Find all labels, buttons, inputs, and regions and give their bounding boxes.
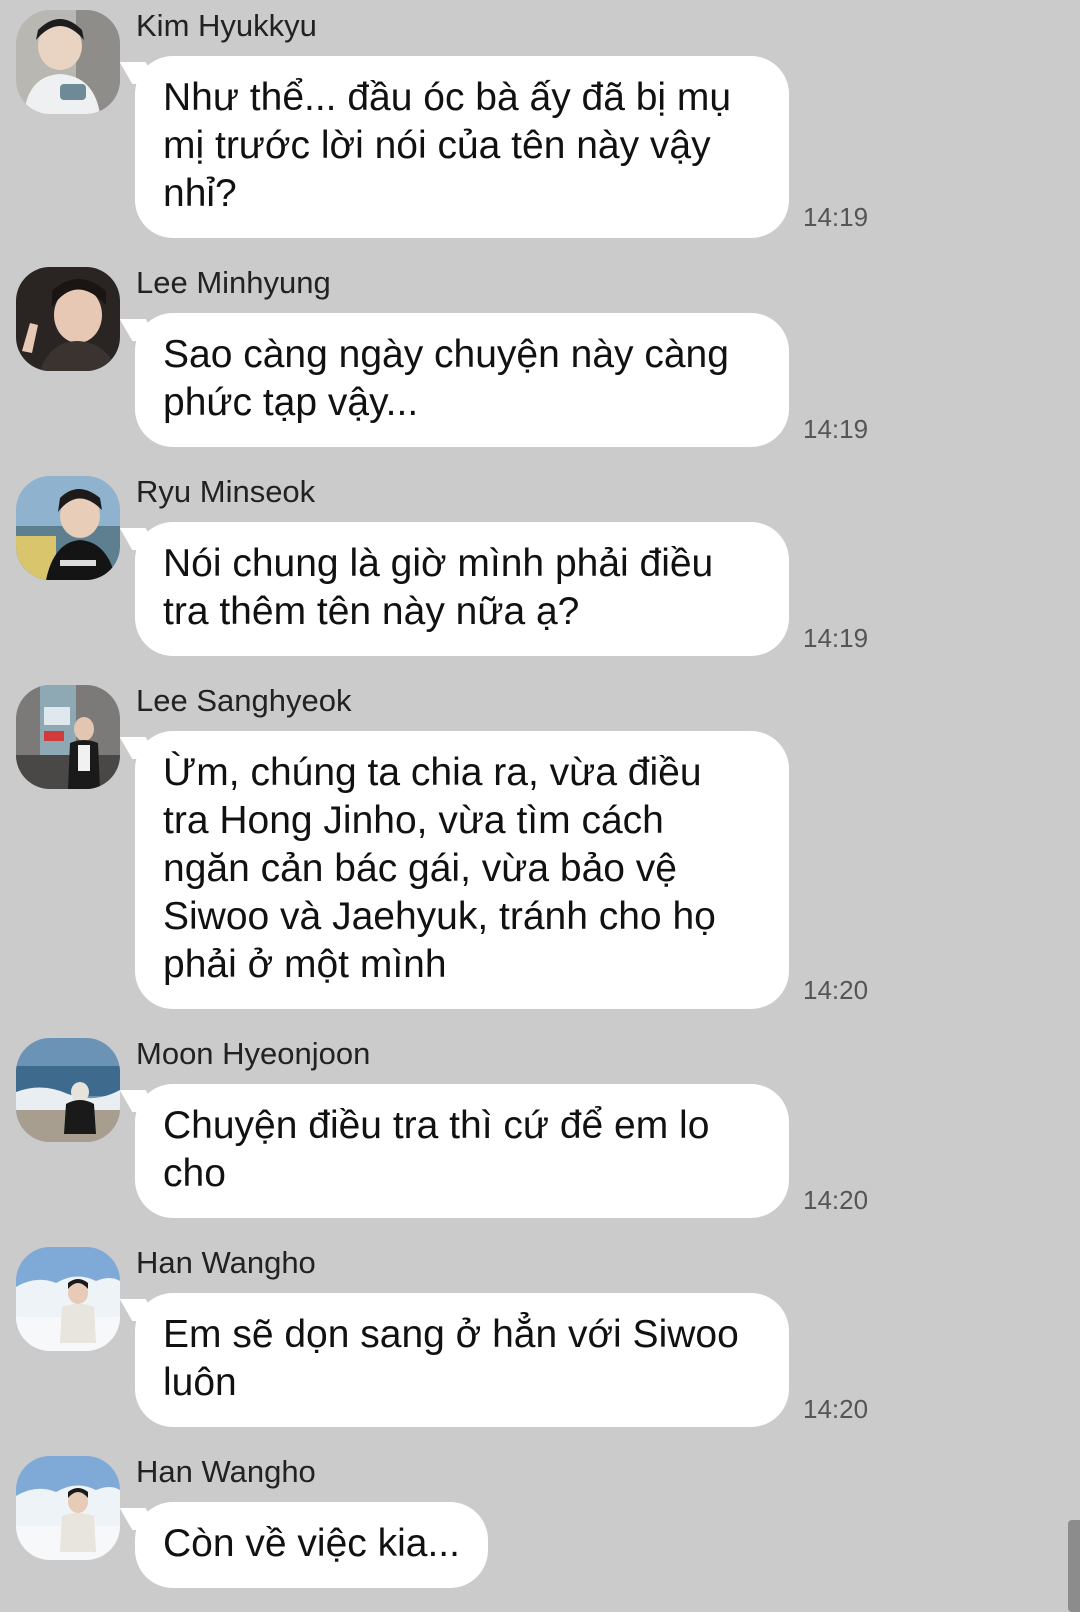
sender-name: Lee Sanghyeok: [136, 683, 352, 718]
avatar-photo: [16, 476, 120, 580]
avatar[interactable]: [16, 10, 120, 114]
message-timestamp: 14:19: [803, 202, 869, 232]
message-text-line: Sao càng ngày chuyện này càng: [163, 333, 729, 376]
avatar-photo: [16, 685, 120, 789]
avatar-photo: [16, 10, 120, 114]
avatar-photo: [16, 267, 120, 371]
sender-name: Moon Hyeonjoon: [136, 1036, 371, 1071]
message-text-line: phức tạp vậy...: [163, 381, 419, 424]
message-text-line: nhỉ?: [163, 172, 237, 215]
message-text-line: phải ở một mình: [163, 943, 447, 986]
message-timestamp: 14:19: [803, 623, 869, 653]
sender-name: Ryu Minseok: [136, 474, 316, 509]
message-bubble[interactable]: Em sẽ dọn sang ở hẳn với Siwoo luôn: [135, 1293, 789, 1427]
message-timestamp: 14:20: [803, 1185, 869, 1215]
message-bubble[interactable]: Ừm, chúng ta chia ra, vừa điều tra Hong …: [135, 731, 789, 1009]
message-text-line: Ừm, chúng ta chia ra, vừa điều: [163, 751, 702, 794]
avatar[interactable]: [16, 267, 120, 371]
chat-message-list[interactable]: Kim Hyukkyu Như thể... đầu óc bà ấy đã b…: [0, 0, 1080, 1612]
avatar[interactable]: [16, 1038, 120, 1142]
message-timestamp: 14:20: [803, 975, 869, 1005]
avatar-photo: [16, 1038, 120, 1142]
message-text-line: mị trước lời nói của tên này vậy: [163, 124, 711, 167]
message-text-line: cho: [163, 1152, 226, 1195]
message-text-line: tra Hong Jinho, vừa tìm cách: [163, 799, 664, 842]
message-text-line: tra thêm tên này nữa ạ?: [163, 590, 580, 633]
message-bubble[interactable]: Chuyện điều tra thì cứ để em lo cho: [135, 1084, 789, 1218]
message-bubble[interactable]: Còn về việc kia...: [135, 1502, 488, 1588]
message-text-line: Còn về việc kia...: [163, 1522, 460, 1565]
message-text-line: ngăn cản bác gái, vừa bảo vệ: [163, 847, 677, 890]
sender-name: Han Wangho: [136, 1245, 316, 1280]
message-text-line: Nói chung là giờ mình phải điều: [163, 542, 714, 585]
avatar[interactable]: [16, 685, 120, 789]
message-timestamp: 14:19: [803, 414, 869, 444]
message-text-line: luôn: [163, 1361, 237, 1404]
message-text-line: Em sẽ dọn sang ở hẳn với Siwoo: [163, 1313, 739, 1356]
avatar[interactable]: [16, 1247, 120, 1351]
scrollbar-thumb[interactable]: [1068, 1520, 1080, 1612]
message-bubble[interactable]: Như thể... đầu óc bà ấy đã bị mụ mị trướ…: [135, 56, 789, 238]
message-bubble[interactable]: Nói chung là giờ mình phải điều tra thêm…: [135, 522, 789, 656]
sender-name: Lee Minhyung: [136, 265, 331, 300]
message-text-line: Siwoo và Jaehyuk, tránh cho họ: [163, 895, 716, 938]
avatar-photo: [16, 1456, 120, 1560]
avatar-photo: [16, 1247, 120, 1351]
message-bubble[interactable]: Sao càng ngày chuyện này càng phức tạp v…: [135, 313, 789, 447]
avatar[interactable]: [16, 476, 120, 580]
sender-name: Kim Hyukkyu: [136, 8, 317, 43]
avatar[interactable]: [16, 1456, 120, 1560]
message-text-line: Như thể... đầu óc bà ấy đã bị mụ: [163, 76, 732, 119]
sender-name: Han Wangho: [136, 1454, 316, 1489]
message-text-line: Chuyện điều tra thì cứ để em lo: [163, 1104, 710, 1147]
message-timestamp: 14:20: [803, 1394, 869, 1424]
